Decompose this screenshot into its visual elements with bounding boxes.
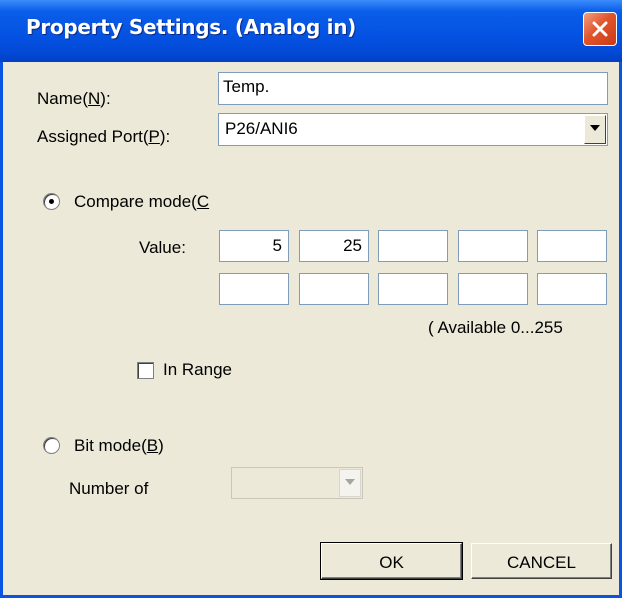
close-button[interactable] (583, 12, 617, 46)
available-range-note: ( Available 0...255 (428, 318, 563, 337)
value-cell-9[interactable] (458, 273, 528, 305)
in-range-checkbox[interactable] (137, 362, 154, 379)
compare-mode-radio[interactable] (43, 193, 60, 210)
name-label: Name(N): (37, 89, 111, 108)
bit-mode-label[interactable]: Bit mode(B) (74, 436, 164, 456)
assigned-port-label: Assigned Port(P): (37, 127, 171, 146)
chevron-down-icon (590, 125, 600, 131)
value-cell-7[interactable] (299, 273, 369, 305)
value-cell-3[interactable] (378, 230, 448, 262)
value-cell-8[interactable] (378, 273, 448, 305)
window-title: Property Settings. (Analog in) (26, 15, 356, 39)
value-cell-2[interactable]: 25 (299, 230, 369, 262)
number-of-select[interactable] (231, 467, 363, 499)
value-cell-5[interactable] (537, 230, 607, 262)
value-cell-1[interactable]: 5 (219, 230, 289, 262)
assigned-port-value: P26/ANI6 (225, 119, 298, 138)
property-settings-dialog: Property Settings. (Analog in) Name(N): … (0, 0, 622, 598)
cancel-button[interactable]: CANCEL (471, 543, 612, 579)
assigned-port-select[interactable]: P26/ANI6 (218, 113, 608, 146)
dropdown-button-disabled (339, 469, 361, 497)
dropdown-button[interactable] (584, 115, 606, 144)
radio-selected-dot (49, 199, 54, 204)
number-of-label: Number of (69, 479, 149, 498)
name-input[interactable]: Temp. (218, 72, 608, 105)
value-cell-6[interactable] (219, 273, 289, 305)
value-label: Value: (139, 238, 186, 257)
value-cell-4[interactable] (458, 230, 528, 262)
chevron-down-icon (345, 479, 355, 485)
close-icon (592, 21, 608, 37)
ok-button[interactable]: OK (320, 542, 463, 580)
bit-mode-radio[interactable] (43, 437, 60, 454)
value-cell-10[interactable] (537, 273, 607, 305)
in-range-label[interactable]: In Range (163, 360, 232, 380)
title-bar[interactable]: Property Settings. (Analog in) (0, 0, 622, 62)
compare-mode-label[interactable]: Compare mode(C (74, 192, 209, 212)
